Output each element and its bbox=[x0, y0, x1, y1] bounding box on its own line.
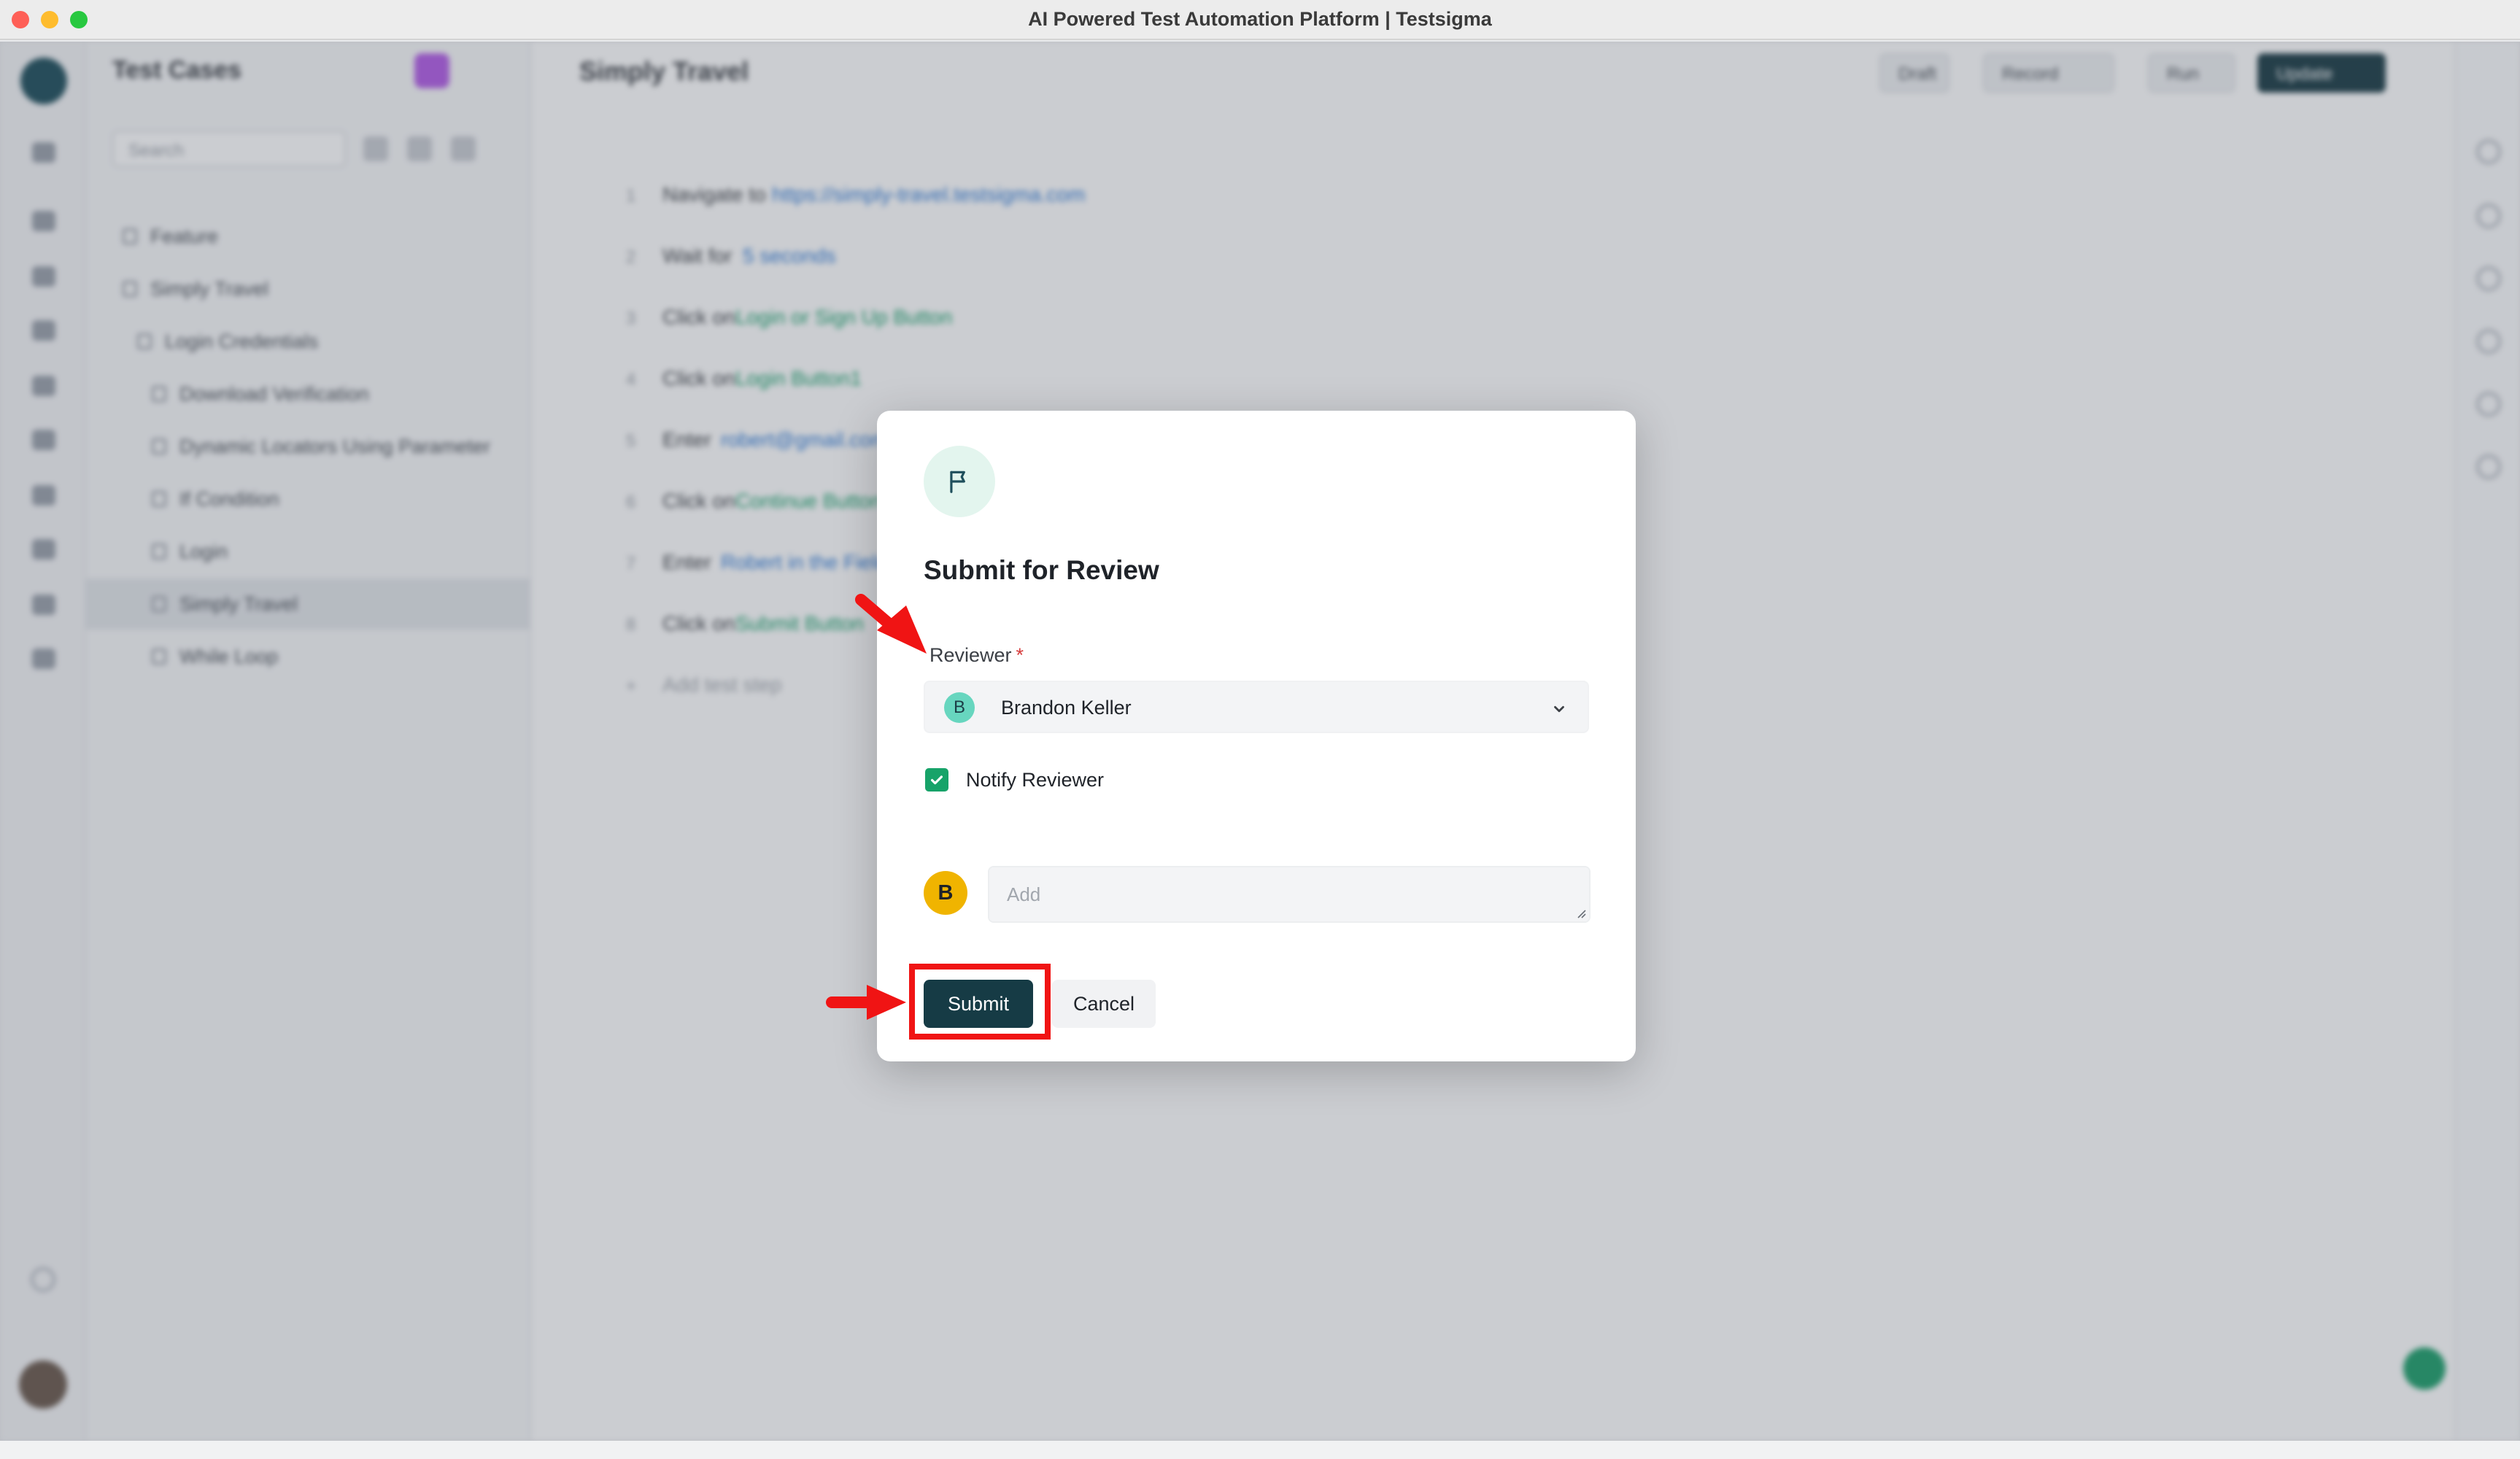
notify-reviewer-label[interactable]: Notify Reviewer bbox=[966, 769, 1104, 792]
submit-highlight-box bbox=[909, 964, 1051, 1040]
submit-arrow-annotation bbox=[826, 985, 906, 1020]
reviewer-label-text: Reviewer bbox=[929, 644, 1012, 666]
check-icon bbox=[930, 775, 943, 785]
cancel-button[interactable]: Cancel bbox=[1052, 980, 1156, 1028]
reviewer-select[interactable]: B Brandon Keller bbox=[924, 681, 1589, 733]
comment-input[interactable] bbox=[988, 866, 1591, 923]
reviewer-arrow-annotation bbox=[855, 594, 927, 654]
reviewer-name: Brandon Keller bbox=[1001, 697, 1132, 719]
required-mark: * bbox=[1016, 644, 1024, 666]
window-title: AI Powered Test Automation Platform | Te… bbox=[1028, 8, 1492, 30]
dialog-title: Submit for Review bbox=[924, 555, 1159, 585]
chevron-down-icon bbox=[1554, 705, 1564, 713]
window-titlebar: AI Powered Test Automation Platform | Te… bbox=[0, 0, 2520, 40]
flag-icon-circle bbox=[924, 446, 995, 517]
reviewer-label: Reviewer * bbox=[929, 644, 1024, 667]
commenter-avatar: B bbox=[924, 871, 967, 915]
window-bottom-edge bbox=[0, 1441, 2520, 1459]
notify-reviewer-checkbox[interactable] bbox=[925, 768, 948, 792]
resize-grip-icon[interactable] bbox=[1576, 908, 1586, 918]
reviewer-avatar: B bbox=[944, 692, 975, 723]
flag-icon bbox=[950, 471, 965, 493]
